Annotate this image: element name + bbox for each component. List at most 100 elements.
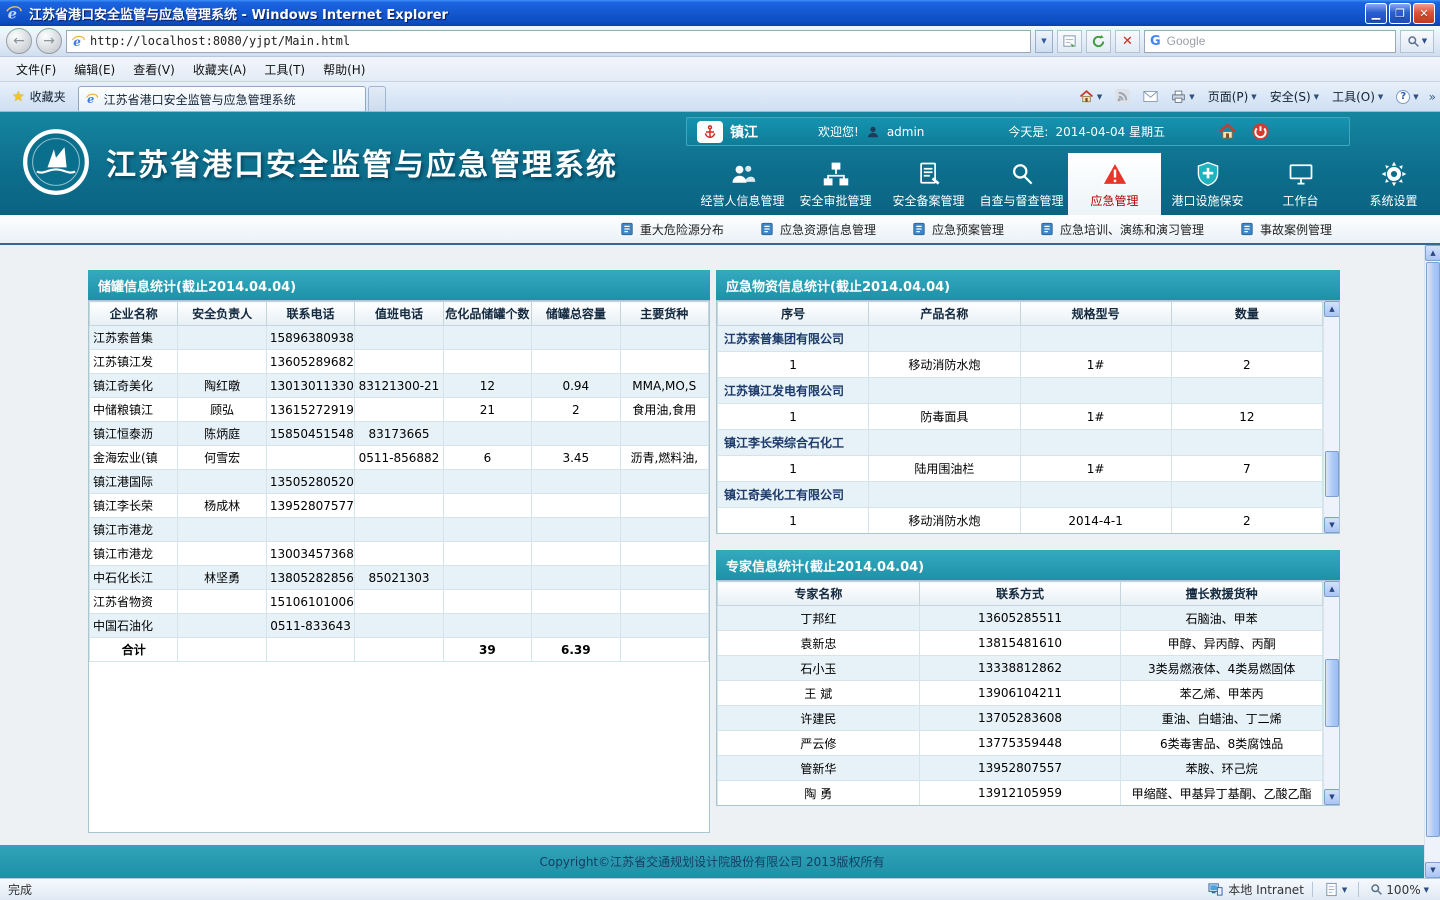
column-header: 主要货种 [619,301,709,326]
browser-viewport: 江苏省港口安全监管与应急管理系统 镇江 欢迎您! admin 今天是: 2014… [0,112,1440,878]
forward-button[interactable]: → [36,28,62,54]
anchor-icon [702,124,718,140]
scroll-up-button[interactable]: ▲ [1425,245,1440,261]
refresh-button[interactable] [1086,29,1111,53]
cell [354,469,444,494]
menu-item-3[interactable]: 收藏夹(A) [185,58,255,81]
ie-logo-icon: e [5,4,23,22]
address-dropdown-button[interactable]: ▼ [1035,29,1053,53]
compatibility-view-button[interactable] [1057,29,1082,53]
cell: 江苏省物资 [89,589,179,614]
column-header: 企业名称 [89,301,179,326]
supplies-scrollbar[interactable]: ▲ ▼ [1323,301,1339,533]
column-header: 序号 [717,301,870,326]
subnav-item-label: 应急预案管理 [931,222,1004,237]
cell [619,325,709,350]
url-input[interactable] [90,34,1026,48]
subnav-item-2[interactable]: 应急预案管理 [912,221,1004,238]
main-scrollbar[interactable]: ▲ ▼ [1424,245,1440,878]
supplies-table-wrap: 序号 产品名称 规格型号 数量 江苏索普集团有限公司 1 移动消防水炮 1# 2 江苏镇江发电有限… [716,300,1340,534]
document-icon [620,222,634,236]
subnav-item-4[interactable]: 事故案例管理 [1240,221,1332,238]
nav-item-workbench[interactable]: 工作台 [1254,153,1347,215]
feeds-button[interactable] [1112,87,1133,106]
nav-item-safety-approval[interactable]: 安全审批管理 [789,153,882,215]
cell: 13805282856 [265,565,356,590]
menu-item-5[interactable]: 帮助(H) [315,58,373,81]
nav-item-safety-record[interactable]: 安全备案管理 [882,153,975,215]
date-value: 2014-04-04 星期五 [1055,125,1166,139]
help-button[interactable]: ? ▼ [1393,88,1421,106]
nav-item-operator-info[interactable]: 经营人信息管理 [696,153,789,215]
menu-item-2[interactable]: 查看(V) [125,58,183,81]
menu-item-4[interactable]: 工具(T) [256,58,313,81]
scroll-up-button[interactable]: ▲ [1324,581,1339,597]
page-favicon-icon: e [71,34,86,49]
protected-mode-button[interactable]: ▼ [1321,880,1350,899]
safety-menu-button[interactable]: 安全(S) ▼ [1267,86,1322,107]
home-button[interactable]: ▼ [1076,87,1105,106]
address-field[interactable]: e [66,29,1031,53]
nav-item-label: 自查与督查管理 [979,193,1064,208]
search-box[interactable]: G [1144,29,1396,53]
rss-icon [1115,89,1131,104]
nav-item-label: 安全备案管理 [892,193,965,208]
cell: 1 [717,403,870,430]
search-input[interactable] [1166,34,1390,48]
cell [619,421,709,446]
search-go-button[interactable]: ▼ [1400,29,1434,53]
subnav-item-3[interactable]: 应急培训、演练和演习管理 [1040,221,1204,238]
cell: 何雪宏 [177,445,267,470]
menu-item-0[interactable]: 文件(F) [8,58,64,81]
home-shortcut-icon[interactable] [1218,122,1237,141]
nav-item-port-security[interactable]: 港口设施保安 [1161,153,1254,215]
print-button[interactable]: ▼ [1168,87,1197,106]
toolbar-overflow-chevron[interactable]: » [1429,90,1436,104]
status-text: 完成 [8,883,33,897]
scroll-down-button[interactable]: ▼ [1324,517,1339,533]
page-menu-button[interactable]: 页面(P) ▼ [1205,86,1260,107]
nav-item-settings[interactable]: 系统设置 [1347,153,1440,215]
expert-scrollbar[interactable]: ▲ ▼ [1323,581,1339,805]
menu-item-1[interactable]: 编辑(E) [66,58,123,81]
logout-power-icon[interactable] [1251,122,1270,141]
cell: 13505280520 [265,469,356,494]
favorites-button[interactable]: ★ 收藏夹 [4,84,74,111]
maximize-button[interactable]: ❐ [1389,2,1411,24]
close-button[interactable]: ✕ [1413,2,1435,24]
scroll-down-button[interactable]: ▼ [1324,789,1339,805]
cell: 镇江奇美化 [89,373,179,398]
back-button[interactable]: ← [6,28,32,54]
cell: 6类毒害品、8类腐蚀品 [1120,730,1323,756]
table-row: 丁邦红 13605285511 石脑油、甲苯 [717,605,1323,631]
cell [1170,481,1324,508]
nav-item-self-check[interactable]: 自查与督查管理 [975,153,1068,215]
tab-active[interactable]: e 江苏省港口安全监管与应急管理系统 [77,86,366,111]
subnav-item-1[interactable]: 应急资源信息管理 [760,221,876,238]
tools-menu-button[interactable]: 工具(O) ▼ [1329,86,1386,107]
cell [1019,481,1172,508]
nav-item-emergency[interactable]: 应急管理 [1068,153,1161,215]
stop-button[interactable]: ✕ [1115,29,1140,53]
scrollbar-thumb[interactable] [1325,451,1339,497]
subnav-item-0[interactable]: 重大危险源分布 [620,221,724,238]
cell: 中石化长江 [89,565,179,590]
table-row: 袁新忠 13815481610 甲醇、异丙醇、丙酮 [717,630,1323,656]
column-header: 安全负责人 [177,301,267,326]
org-icon [822,160,850,188]
new-tab-stub[interactable] [367,86,386,111]
cell: 江苏索普集 [89,325,179,350]
zoom-control[interactable]: 100% ▼ [1367,881,1432,899]
cell [1019,429,1172,456]
read-mail-button[interactable] [1140,87,1161,106]
scrollbar-thumb[interactable] [1325,659,1339,727]
cell: 石脑油、甲苯 [1120,605,1323,631]
scroll-up-button[interactable]: ▲ [1324,301,1339,317]
cell: 管新华 [717,755,920,781]
scroll-down-button[interactable]: ▼ [1425,862,1440,878]
cell: 陶红暾 [177,373,267,398]
table-row: 镇江市港龙 [89,517,709,542]
scrollbar-thumb[interactable] [1426,262,1440,837]
minimize-button[interactable]: ▁ [1365,2,1387,24]
cell: 13003457368 [265,541,356,566]
